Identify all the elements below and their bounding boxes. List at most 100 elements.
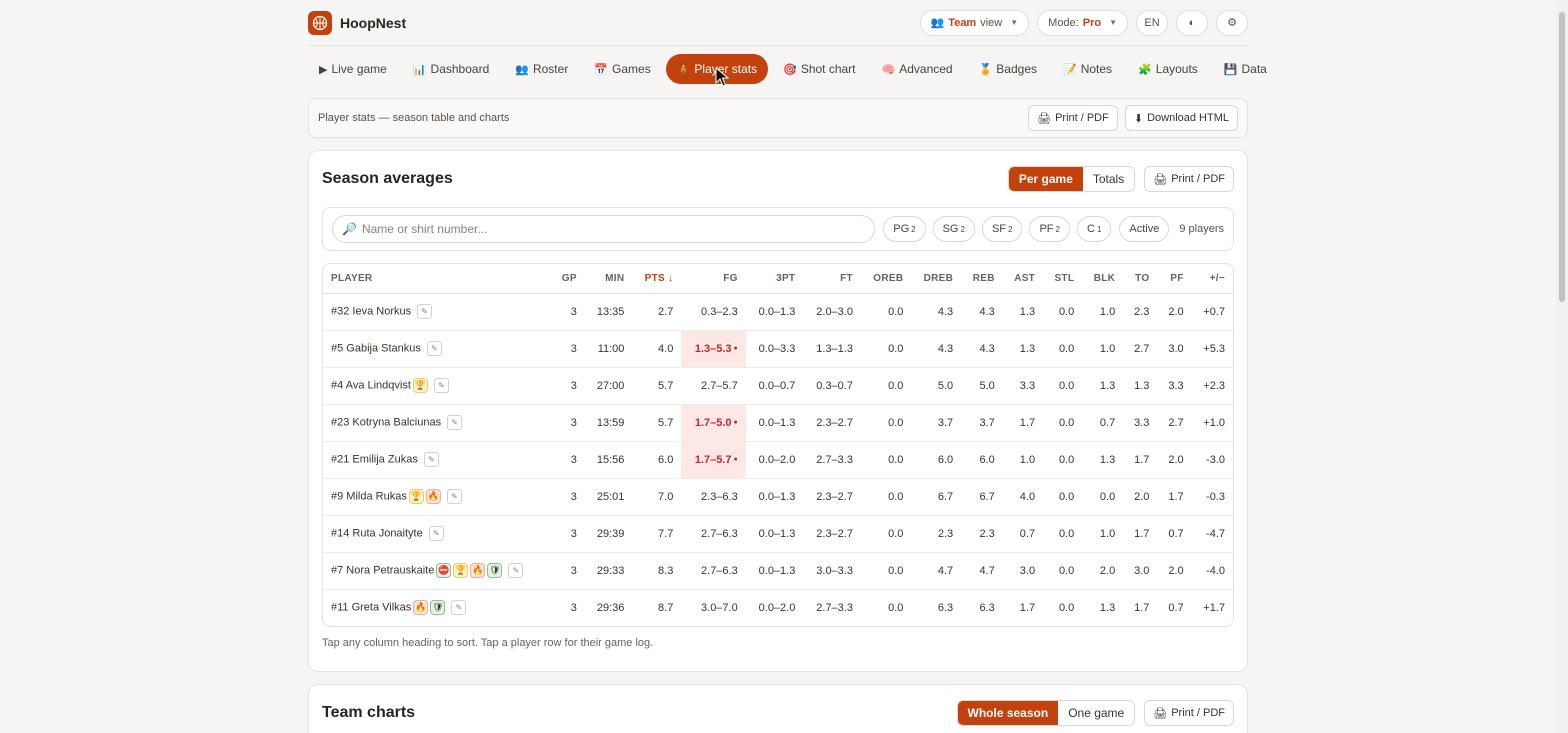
print-label: Print / PDF bbox=[1171, 707, 1225, 719]
position-chip-sf[interactable]: SF 2 bbox=[981, 216, 1023, 242]
nav-item-dashboard[interactable]: 📊 Dashboard bbox=[402, 54, 500, 84]
table-row[interactable]: #32 Ieva Norkus ✎ 3 13:35 2.7 0.3–2.3 0.0–1.3 2… bbox=[323, 293, 1233, 331]
stat-cell-tpt: 0.0–1.3 bbox=[745, 552, 804, 590]
note-icon[interactable]: ✎ bbox=[446, 489, 462, 504]
stat-cell-blk: 1.0 bbox=[1082, 515, 1124, 553]
player-count: 9 players bbox=[1179, 223, 1224, 235]
stat-cell-fg: 1.7–5.0 bbox=[681, 404, 746, 442]
column-header[interactable]: +/− bbox=[1191, 264, 1233, 294]
table-row[interactable]: #11 Greta Vilkas 🔥 🛡 ✎ 3 29:36 8.7 3.0–7.0 0.0–2… bbox=[323, 589, 1233, 626]
chip-count: 1 bbox=[1096, 224, 1102, 234]
stat-cell-gp: 3 bbox=[550, 515, 585, 553]
column-header[interactable]: AST bbox=[1002, 264, 1044, 294]
column-header[interactable]: BLK bbox=[1082, 264, 1124, 294]
column-header[interactable]: PF bbox=[1157, 264, 1192, 294]
stat-cell-ft: 1.3–1.3 bbox=[803, 330, 861, 368]
nav-item-badges[interactable]: 🏅 Badges bbox=[968, 54, 1048, 84]
per-game-button[interactable]: Per game bbox=[1008, 167, 1083, 191]
nav-item-shot-chart[interactable]: 🎯 Shot chart bbox=[772, 54, 866, 84]
table-row[interactable]: #7 Nora Petrauskaite ⛔ 🏆 🔥 🛡 ✎ 3 29:33 8.3 2.7–6.… bbox=[323, 552, 1233, 590]
chevron-down-icon: ▼ bbox=[1010, 18, 1019, 27]
column-header[interactable]: FG bbox=[681, 264, 746, 294]
theme-toggle-button[interactable]: ◐ bbox=[1176, 9, 1208, 36]
stat-cell-min: 29:39 bbox=[584, 515, 633, 553]
stat-cell-fg: 1.3–5.3 bbox=[681, 330, 746, 368]
print-label: Print / PDF bbox=[1055, 112, 1109, 124]
stat-cell-pts: 8.3 bbox=[632, 552, 682, 590]
note-icon[interactable]: ✎ bbox=[447, 415, 463, 430]
print-pdf-button[interactable]: 🖨 Print / PDF bbox=[1028, 105, 1118, 131]
stat-cell-to: 1.7 bbox=[1123, 441, 1158, 479]
nav-label: Advanced bbox=[899, 62, 953, 76]
nav-item-layouts[interactable]: 🧩 Layouts bbox=[1127, 54, 1209, 84]
table-row[interactable]: #21 Emilija Zukas✎315:566.01.7–5.70.0–2.… bbox=[323, 441, 1233, 479]
stat-cell-ast: 3.0 bbox=[1002, 552, 1044, 590]
nav-item-notes[interactable]: 📝 Notes bbox=[1052, 54, 1123, 84]
column-header[interactable]: 3PT bbox=[745, 264, 804, 294]
note-icon[interactable]: ✎ bbox=[508, 563, 524, 578]
note-icon[interactable]: ✎ bbox=[451, 600, 467, 616]
table-row[interactable]: #4 Ava Lindqvist 🏆 ✎ 3 27:00 5.7 2.7–5.7 0.0–0.… bbox=[323, 367, 1233, 405]
stat-cell-tpt: 0.0–0.7 bbox=[745, 367, 804, 405]
stat-cell-tpt: 0.0–3.3 bbox=[745, 330, 804, 368]
column-header[interactable]: DREB bbox=[911, 264, 962, 294]
table-row[interactable]: #5 Gabija Stankus ✎ 311:004.01.3–5.30.0–3.… bbox=[323, 330, 1233, 368]
nav-label: Shot chart bbox=[800, 62, 856, 76]
stat-cell-ft: 2.3–2.7 bbox=[803, 404, 861, 442]
view-suffix: view bbox=[980, 16, 1003, 29]
stat-cell-stl: 0.0 bbox=[1043, 515, 1083, 553]
view-select[interactable]: 👥 Team view ▼ bbox=[919, 9, 1030, 36]
nav-item-live-game[interactable]: ▶ Live game bbox=[308, 54, 398, 84]
settings-button[interactable]: ⚙ bbox=[1216, 9, 1248, 36]
print-pdf-button[interactable]: 🖨 Print / PDF bbox=[1144, 166, 1234, 192]
brand[interactable]: HoopNest bbox=[308, 10, 406, 35]
column-header[interactable]: PTS ↓ bbox=[632, 264, 682, 294]
column-header[interactable]: REB bbox=[961, 264, 1003, 294]
position-chip-pf[interactable]: PF 2 bbox=[1029, 216, 1070, 242]
search-input[interactable]: 🔎 Name or shirt number... bbox=[332, 215, 876, 243]
nav-item-roster[interactable]: 👥 Roster bbox=[504, 54, 579, 84]
active-filter-chip[interactable]: Active bbox=[1119, 216, 1170, 242]
chart-range-toggle: Whole season One game bbox=[956, 700, 1136, 726]
stat-cell-min: 29:36 bbox=[596, 601, 625, 614]
column-header[interactable]: MIN bbox=[584, 264, 633, 294]
column-header[interactable]: OREB bbox=[860, 264, 912, 294]
table-row[interactable]: #14 Ruta Jonaityte ✎ 3 29:39 7.7 2.7–6.3 0.0–1… bbox=[323, 515, 1233, 553]
totals-button[interactable]: Totals bbox=[1082, 167, 1135, 191]
note-icon[interactable]: ✎ bbox=[426, 341, 442, 356]
stat-cell-to: 1.3 bbox=[1123, 367, 1158, 405]
scrollbar-thumb[interactable] bbox=[1559, 12, 1565, 302]
stat-cell-ast: 3.3 bbox=[1002, 367, 1044, 405]
stat-cell-pf: 2.0 bbox=[1157, 441, 1192, 479]
one-game-button[interactable]: One game bbox=[1058, 701, 1135, 725]
nav-label: Live game bbox=[331, 62, 387, 76]
position-chip-pg[interactable]: PG 2 bbox=[883, 216, 926, 242]
team-icon: 👥 bbox=[930, 17, 945, 29]
note-icon[interactable]: ✎ bbox=[428, 526, 444, 541]
note-icon[interactable]: ✎ bbox=[433, 378, 449, 393]
stat-cell-ft: 0.3–0.7 bbox=[803, 367, 861, 405]
column-header[interactable]: STL bbox=[1043, 264, 1083, 294]
mode-select[interactable]: Mode: Pro ▼ bbox=[1037, 9, 1128, 36]
search-placeholder: Name or shirt number... bbox=[361, 222, 488, 236]
nav-item-data[interactable]: 💾 Data bbox=[1213, 54, 1278, 84]
position-chip-c[interactable]: C1 bbox=[1076, 216, 1112, 242]
note-icon[interactable]: ✎ bbox=[417, 304, 433, 319]
column-header[interactable]: GP bbox=[550, 264, 585, 294]
column-header[interactable]: FT bbox=[803, 264, 861, 294]
print-pdf-button[interactable]: 🖨 Print / PDF bbox=[1144, 700, 1234, 726]
language-button[interactable]: EN bbox=[1136, 9, 1168, 36]
column-header[interactable]: PLAYER bbox=[323, 264, 551, 294]
nav-item-advanced[interactable]: 🧠 Advanced bbox=[871, 54, 964, 84]
table-row[interactable]: #9 Milda Rukas 🏆 🔥 ✎ 3 25:01 7.0 2.3–6.3 0.0–1.3… bbox=[323, 478, 1233, 516]
stat-cell-to: 3.3 bbox=[1123, 404, 1158, 442]
download-html-button[interactable]: ⬇ Download HTML bbox=[1124, 105, 1238, 131]
note-icon[interactable]: ✎ bbox=[423, 452, 439, 467]
nav-item-games[interactable]: 📅 Games bbox=[583, 54, 661, 84]
whole-season-button[interactable]: Whole season bbox=[957, 701, 1059, 725]
position-chip-sg[interactable]: SG 2 bbox=[932, 216, 975, 242]
scrollbar[interactable] bbox=[1556, 0, 1568, 733]
table-row[interactable]: #23 Kotryna Balciunas✎313:595.71.7–5.00.… bbox=[323, 404, 1233, 442]
column-header[interactable]: TO bbox=[1123, 264, 1158, 294]
stat-cell-reb: 6.7 bbox=[961, 478, 1003, 516]
